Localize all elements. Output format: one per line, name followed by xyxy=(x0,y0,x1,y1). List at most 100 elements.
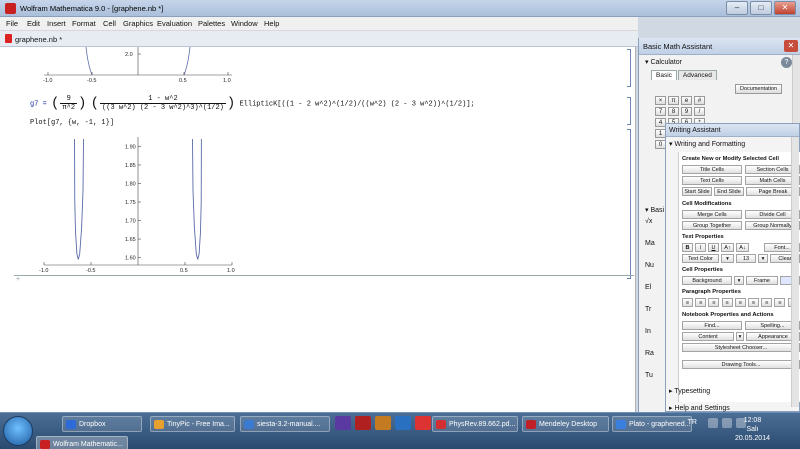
content-dropdown[interactable]: Content xyxy=(682,332,734,341)
wa-scrollbar[interactable] xyxy=(791,137,799,407)
taskbar-item[interactable]: Wolfram Mathematic... xyxy=(36,436,128,449)
start-slide-button[interactable]: Start Slide xyxy=(682,187,712,196)
bma-side-label[interactable]: El xyxy=(645,284,651,291)
add-cell-icon[interactable]: + xyxy=(16,276,20,283)
start-button[interactable] xyxy=(3,416,33,446)
taskbar-item[interactable]: Dropbox xyxy=(62,416,142,432)
help-settings-section[interactable]: ▸ Help and Settings xyxy=(669,404,730,412)
bma-side-label[interactable]: Ma xyxy=(645,240,655,247)
language-indicator[interactable]: TR xyxy=(688,419,697,426)
tab-basic[interactable]: Basic xyxy=(651,70,677,80)
taskbar-item-label: Wolfram Mathematic... xyxy=(53,441,123,448)
drawing-tools-button[interactable]: Drawing Tools... xyxy=(682,360,800,369)
menu-window[interactable]: Window xyxy=(231,19,258,28)
font-smaller-button[interactable]: A↓ xyxy=(736,243,749,252)
taskbar-item[interactable]: Mendeley Desktop xyxy=(522,416,609,432)
help-icon[interactable]: ? xyxy=(781,57,792,68)
title-cells-button[interactable]: Title Cells xyxy=(682,165,742,174)
documentation-button[interactable]: Documentation xyxy=(735,84,782,94)
background-dropdown[interactable]: Background xyxy=(682,276,732,285)
calculator-key[interactable]: 9 xyxy=(681,107,692,116)
bma-close-button[interactable]: ✕ xyxy=(784,40,798,52)
paragraph-align-button[interactable]: ≡ xyxy=(761,298,773,307)
content-arrow-icon[interactable]: ▾ xyxy=(736,332,744,341)
y-tick-label: 1.65 xyxy=(125,237,136,243)
italic-button[interactable]: I xyxy=(695,243,706,252)
calculator-key[interactable]: π xyxy=(668,96,679,105)
find-button[interactable]: Find... xyxy=(682,321,742,330)
pinned-app-icon-2[interactable] xyxy=(375,416,391,430)
stylesheet-chooser-button[interactable]: Stylesheet Chooser... xyxy=(682,343,800,352)
bma-side-label[interactable]: Nu xyxy=(645,262,654,269)
merge-cells-button[interactable]: Merge Cells xyxy=(682,210,742,219)
taskbar-item[interactable]: siesta-3.2-manual.... xyxy=(240,416,330,432)
bold-button[interactable]: B xyxy=(682,243,693,252)
menu-format[interactable]: Format xyxy=(72,19,96,28)
menu-file[interactable]: File xyxy=(6,19,18,28)
tray-icon-1[interactable] xyxy=(708,418,718,428)
notebook-tab-title: graphene.nb * xyxy=(15,35,63,44)
font-size-dropdown[interactable]: 13 xyxy=(736,254,756,263)
paragraph-align-button[interactable]: ≡ xyxy=(774,298,786,307)
menu-edit[interactable]: Edit xyxy=(27,19,40,28)
menu-help[interactable]: Help xyxy=(264,19,279,28)
calculator-key[interactable]: 8 xyxy=(668,107,679,116)
paragraph-align-button[interactable]: ≡ xyxy=(695,298,707,307)
pinned-app-icon-4[interactable] xyxy=(415,416,431,430)
x-tick-label: 0.5 xyxy=(180,268,188,274)
plot-curve-left xyxy=(74,138,84,260)
bma-side-label[interactable]: Tu xyxy=(645,372,653,379)
paragraph-align-button[interactable]: ≡ xyxy=(708,298,720,307)
group-together-button[interactable]: Group Together xyxy=(682,221,742,230)
bma-side-label[interactable]: √x xyxy=(645,218,652,225)
notebook-area[interactable]: 2.0 -1.0 -0.5 0.5 1.0 g7 = (9 π^2) (1 - w^2(… xyxy=(0,46,636,412)
bma-side-label[interactable]: Tr xyxy=(645,306,651,313)
text-color-dropdown[interactable]: Text Color xyxy=(682,254,719,263)
bma-tabs: Basic Advanced xyxy=(651,70,718,80)
calculator-key[interactable]: / xyxy=(694,107,705,116)
cell-brackets[interactable] xyxy=(621,49,631,289)
maximize-button[interactable]: □ xyxy=(750,1,772,15)
minimize-button[interactable]: – xyxy=(726,1,748,15)
basic-commands-section[interactable]: ▾ Basi xyxy=(645,206,664,214)
calculator-key[interactable]: e xyxy=(681,96,692,105)
menu-insert[interactable]: Insert xyxy=(47,19,66,28)
menu-palettes[interactable]: Palettes xyxy=(198,19,225,28)
taskbar-item[interactable]: TinyPic - Free Ima... xyxy=(150,416,235,432)
font-size-arrow-icon[interactable]: ▾ xyxy=(758,254,768,263)
clock[interactable]: 12:08 Salı 20.05.2014 xyxy=(735,416,770,443)
menu-cell[interactable]: Cell xyxy=(103,19,116,28)
underline-button[interactable]: U xyxy=(708,243,719,252)
tab-advanced[interactable]: Advanced xyxy=(677,70,717,80)
close-button[interactable]: ✕ xyxy=(774,1,796,15)
bma-side-label[interactable]: Ra xyxy=(645,350,654,357)
calculator-key[interactable]: 7 xyxy=(655,107,666,116)
paragraph-align-button[interactable]: ≡ xyxy=(721,298,733,307)
bma-side-label[interactable]: In xyxy=(645,328,651,335)
taskbar-item[interactable]: Plato - graphened... xyxy=(612,416,692,432)
tray-icon-2[interactable] xyxy=(722,418,732,428)
typesetting-section[interactable]: ▸ Typesetting xyxy=(669,387,710,395)
background-arrow-icon[interactable]: ▾ xyxy=(734,276,744,285)
calculator-section[interactable]: ▾ Calculator xyxy=(645,58,682,66)
pinned-app-icon-3[interactable] xyxy=(395,416,411,430)
text-color-arrow-icon[interactable]: ▾ xyxy=(721,254,734,263)
pdf-reader-icon[interactable] xyxy=(355,416,371,430)
paragraph-align-button[interactable]: ≡ xyxy=(748,298,759,307)
frame-dropdown[interactable]: Frame xyxy=(746,276,778,285)
x-tick-label: -0.5 xyxy=(86,268,95,274)
paragraph-align-button[interactable]: ≡ xyxy=(734,298,746,307)
writing-formatting-section[interactable]: ▾ Writing and Formatting xyxy=(669,140,745,148)
font-bigger-button[interactable]: A↑ xyxy=(721,243,734,252)
paragraph-align-button[interactable]: ≡ xyxy=(682,298,693,307)
text-cells-button[interactable]: Text Cells xyxy=(682,176,742,185)
notebook-tab[interactable]: graphene.nb * xyxy=(0,31,638,47)
taskbar-item[interactable]: PhysRev.89.662.pd... xyxy=(432,416,518,432)
menu-graphics[interactable]: Graphics xyxy=(123,19,153,28)
pinned-app-icon[interactable] xyxy=(335,416,351,430)
calculator-key[interactable]: # xyxy=(694,96,705,105)
calculator-key[interactable]: × xyxy=(655,96,666,105)
insertion-cursor-line[interactable] xyxy=(14,275,634,276)
end-slide-button[interactable]: End Slide xyxy=(714,187,744,196)
menu-evaluation[interactable]: Evaluation xyxy=(157,19,192,28)
